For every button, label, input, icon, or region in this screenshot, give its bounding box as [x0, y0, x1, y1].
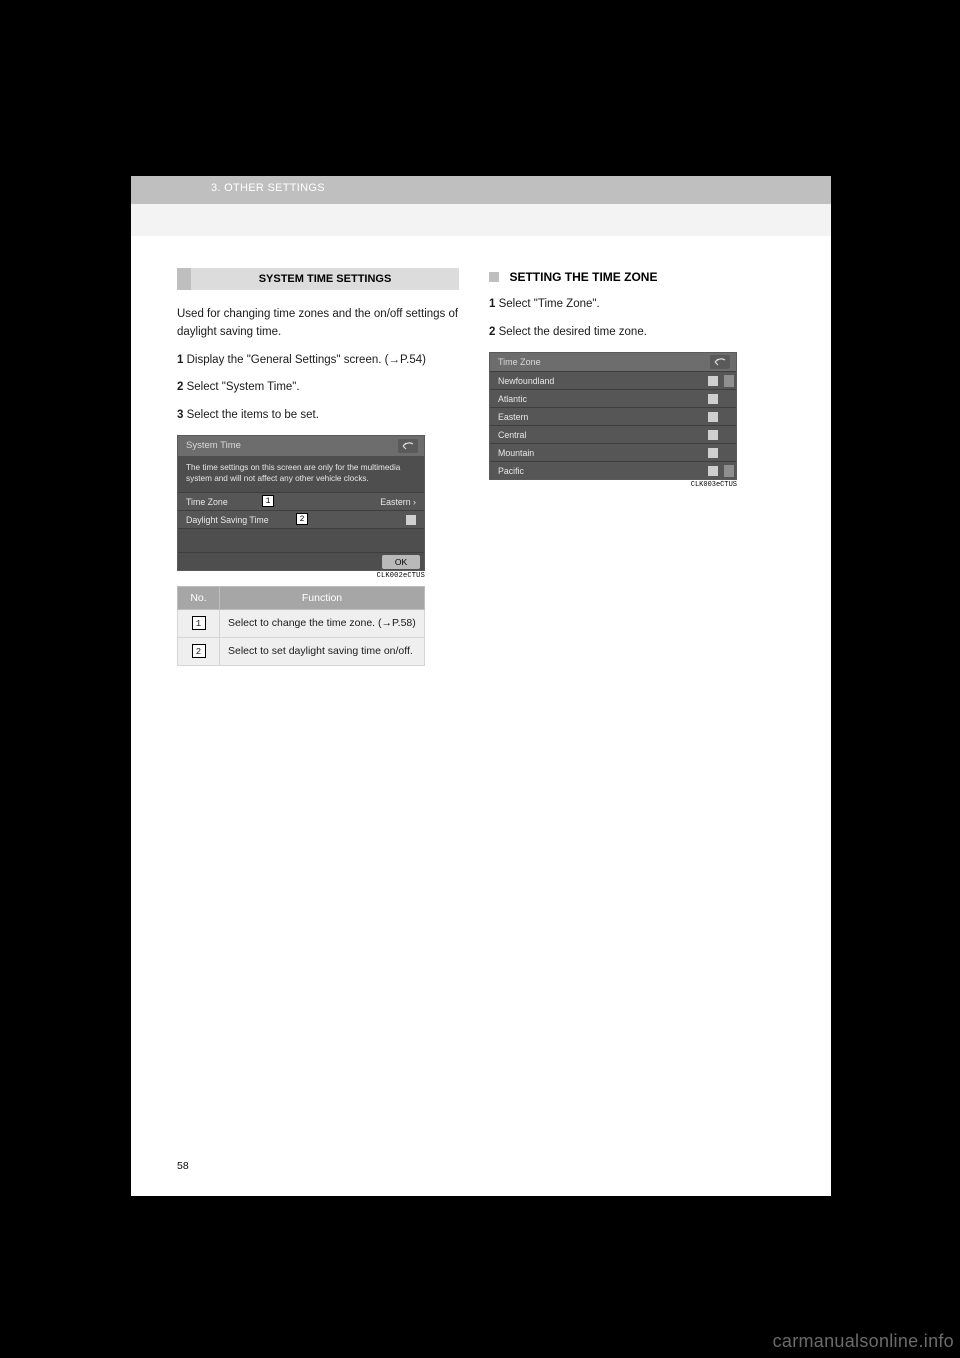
step-2: 2 Select "System Time". [177, 379, 459, 397]
system-time-note: The time settings on this screen are onl… [178, 456, 424, 492]
back-icon[interactable] [710, 355, 730, 369]
tz-option-label: Pacific [498, 466, 524, 476]
row-fn-2: Select to set daylight saving time on/of… [220, 637, 425, 665]
section-heading: SYSTEM TIME SETTINGS [191, 268, 459, 290]
r-step-1-text: Select "Time Zone". [499, 298, 600, 310]
step-2-num: 2 [177, 381, 183, 393]
system-time-titlebar: System Time [178, 436, 424, 456]
dst-checkbox[interactable] [406, 515, 416, 525]
function-table: No. Function 1 Select to change the time… [177, 586, 425, 665]
breadcrumb: 3. OTHER SETTINGS [211, 182, 325, 194]
table-row: 2 Select to set daylight saving time on/… [178, 637, 425, 665]
subsection-heading: SETTING THE TIME ZONE [489, 268, 779, 286]
right-column: SETTING THE TIME ZONE 1 Select "Time Zon… [489, 268, 779, 489]
scroll-down-icon[interactable] [724, 465, 734, 477]
tz-option-central[interactable]: Central [490, 425, 736, 443]
row-no-1: 1 [192, 616, 206, 630]
time-zone-screenshot: Time Zone Newfoundland Atlantic Eastern … [489, 352, 737, 480]
manual-page: 3. OTHER SETTINGS SYSTEM TIME SETTINGS U… [131, 176, 831, 1196]
tz-option-pacific[interactable]: Pacific [490, 461, 736, 479]
tz-option-label: Eastern [498, 412, 528, 422]
callout-2: 2 [296, 513, 308, 525]
tz-option-checkbox[interactable] [708, 412, 718, 422]
step-1: 1 Display the "General Settings" screen.… [177, 352, 459, 370]
step-1-text: Display the "General Settings" screen. (… [187, 354, 426, 366]
tz-option-label: Central [498, 430, 526, 440]
ok-button[interactable]: OK [382, 555, 420, 569]
tz-option-checkbox[interactable] [708, 466, 718, 476]
dst-row[interactable]: Daylight Saving Time 2 [178, 510, 424, 528]
tz-option-atlantic[interactable]: Atlantic [490, 389, 736, 407]
step-3-num: 3 [177, 409, 183, 421]
row-fn-1: Select to change the time zone. (→P.58) [220, 610, 425, 638]
r-step-2: 2 Select the desired time zone. [489, 324, 779, 342]
breadcrumb-bar: 3. OTHER SETTINGS [131, 176, 831, 204]
col-fn: Function [220, 587, 425, 610]
tz-option-label: Newfoundland [498, 376, 554, 386]
step-2-text: Select "System Time". [187, 381, 300, 393]
table-row: 1 Select to change the time zone. (→P.58… [178, 610, 425, 638]
time-zone-label: Time Zone [186, 497, 228, 507]
tz-option-checkbox[interactable] [708, 448, 718, 458]
row-no-2: 2 [192, 644, 206, 658]
time-zone-value: Eastern › [380, 493, 416, 511]
dst-label: Daylight Saving Time [186, 515, 269, 525]
page-number: 58 [177, 1160, 189, 1172]
tz-titlebar: Time Zone [490, 353, 736, 371]
r-step-1: 1 Select "Time Zone". [489, 296, 779, 314]
tz-option-newfoundland[interactable]: Newfoundland [490, 371, 736, 389]
intro-text: Used for changing time zones and the on/… [177, 306, 459, 342]
square-bullet-icon [489, 272, 499, 282]
section-heading-row: SYSTEM TIME SETTINGS [177, 268, 459, 290]
system-time-screenshot: System Time The time settings on this sc… [177, 435, 425, 571]
col-no: No. [178, 587, 220, 610]
step-1-num: 1 [177, 354, 183, 366]
r-step-2-num: 2 [489, 326, 495, 338]
scroll-up-icon[interactable] [724, 375, 734, 387]
r-step-2-text: Select the desired time zone. [499, 326, 647, 338]
back-icon[interactable] [398, 439, 418, 453]
tz-title: Time Zone [498, 357, 541, 367]
step-3-text: Select the items to be set. [187, 409, 319, 421]
ok-bar: OK [178, 552, 424, 570]
tz-option-checkbox[interactable] [708, 376, 718, 386]
system-time-caption: CLK002eCTUS [177, 572, 425, 580]
subsection-title: SETTING THE TIME ZONE [509, 270, 657, 284]
time-zone-row[interactable]: Time Zone 1 Eastern › [178, 492, 424, 510]
tz-option-label: Mountain [498, 448, 534, 458]
callout-1: 1 [262, 495, 274, 507]
tz-option-checkbox[interactable] [708, 394, 718, 404]
tz-option-eastern[interactable]: Eastern [490, 407, 736, 425]
tz-caption: CLK003eCTUS [489, 481, 737, 489]
tz-option-mountain[interactable]: Mountain [490, 443, 736, 461]
tz-option-checkbox[interactable] [708, 430, 718, 440]
tz-option-label: Atlantic [498, 394, 527, 404]
step-3: 3 Select the items to be set. [177, 407, 459, 425]
left-column: SYSTEM TIME SETTINGS Used for changing t… [177, 268, 459, 666]
heading-stub [177, 268, 191, 290]
r-step-1-num: 1 [489, 298, 495, 310]
system-time-title: System Time [186, 440, 241, 451]
header-band [131, 204, 831, 236]
watermark: carmanualsonline.info [773, 1331, 954, 1352]
screenshot-spacer [178, 528, 424, 552]
